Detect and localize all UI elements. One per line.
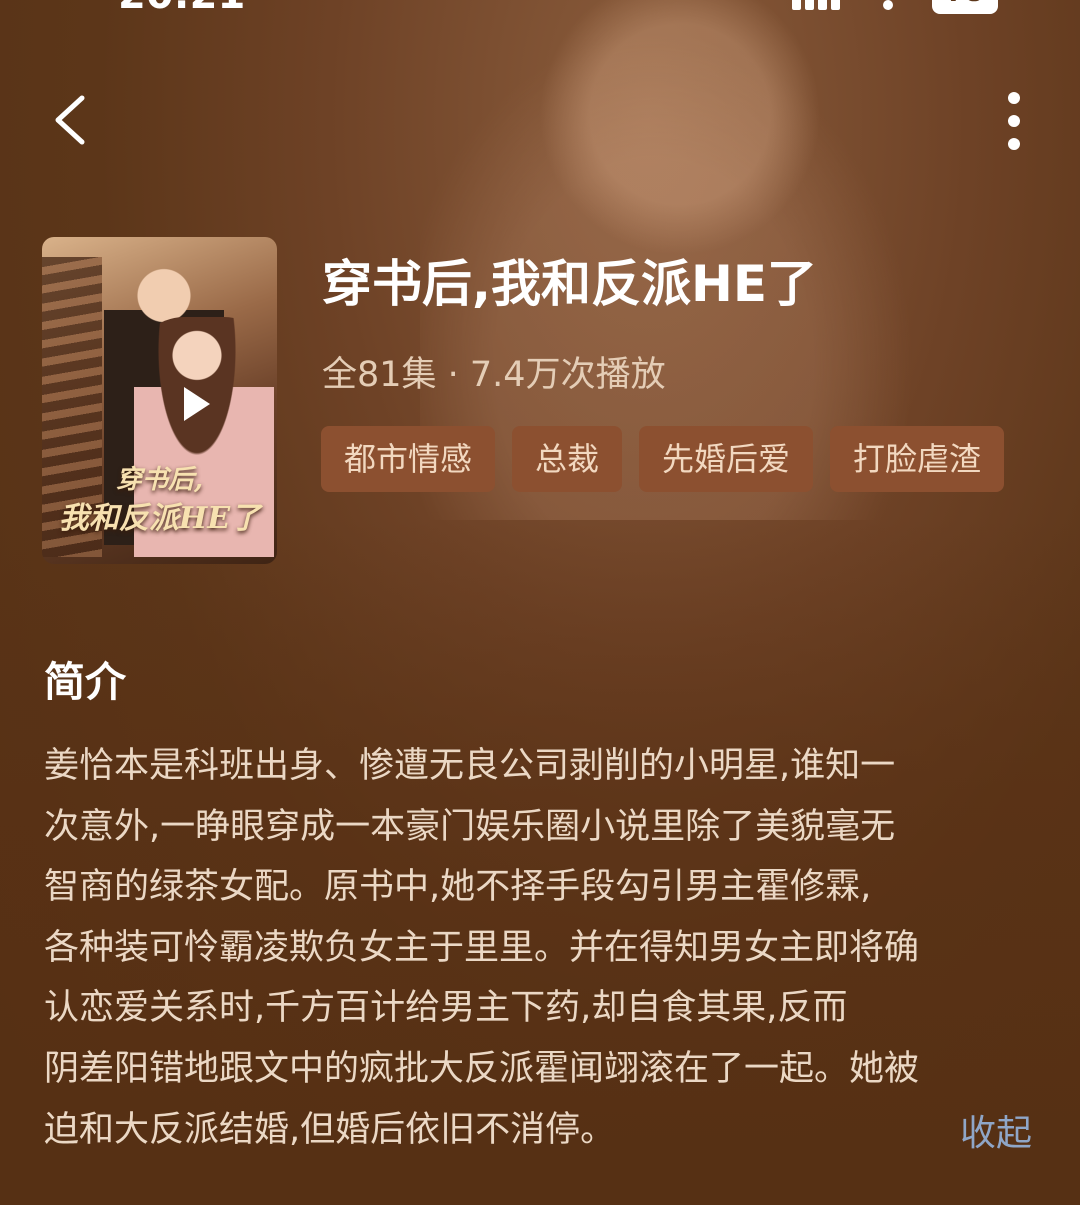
tag-chip[interactable]: 都市情感: [321, 426, 496, 492]
tag-list: 都市情感 总裁 先婚后爱 打脸虐渣: [321, 426, 1005, 492]
status-time: 20:21: [118, 0, 245, 18]
status-bar: 20:21 78: [0, 0, 1080, 28]
more-options-icon[interactable]: [1000, 90, 1030, 152]
wifi-icon: [883, 0, 893, 10]
synopsis-line: 阴差阳错地跟文中的疯批大反派霍闻翊滚在了一起。她被: [44, 1048, 920, 1089]
synopsis-line: 认恋爱关系时,千方百计给男主下药,却自食其果,反而: [44, 988, 848, 1029]
play-icon[interactable]: [184, 387, 210, 421]
synopsis-line: 智商的绿茶女配。原书中,她不择手段勾引男主霍修霖,: [44, 867, 872, 908]
synopsis-line: 各种装可怜霸凌欺负女主于里里。并在得知男女主即将确: [44, 927, 920, 968]
drama-title: 穿书后,我和反派HE了: [322, 255, 817, 313]
synopsis-heading: 简介: [44, 658, 126, 706]
drama-cover[interactable]: 穿书后, 我和反派HE了: [42, 237, 277, 564]
cover-title-line2: 我和反派HE了: [58, 501, 261, 536]
tag-chip[interactable]: 打脸虐渣: [830, 426, 1005, 492]
tag-chip[interactable]: 总裁: [512, 426, 623, 492]
synopsis-line: 迫和大反派结婚,但婚后依旧不消停。: [44, 1109, 616, 1150]
cover-title-line1: 穿书后,: [115, 465, 204, 495]
tag-chip[interactable]: 先婚后爱: [639, 426, 814, 492]
battery-indicator: 78: [932, 0, 998, 14]
drama-meta: 全81集 · 7.4万次播放: [322, 355, 666, 395]
synopsis-line: 次意外,一睁眼穿成一本豪门娱乐圈小说里除了美貌毫无: [44, 806, 896, 847]
synopsis-line: 姜恰本是科班出身、惨遭无良公司剥削的小明星,谁知一: [44, 746, 896, 786]
synopsis-text: 姜恰本是科班出身、惨遭无良公司剥削的小明星,谁知一 次意外,一睁眼穿成一本豪门娱…: [44, 736, 1034, 1160]
signal-icon: [792, 0, 848, 10]
collapse-link[interactable]: 收起: [960, 1104, 1032, 1156]
back-icon[interactable]: [52, 94, 88, 146]
